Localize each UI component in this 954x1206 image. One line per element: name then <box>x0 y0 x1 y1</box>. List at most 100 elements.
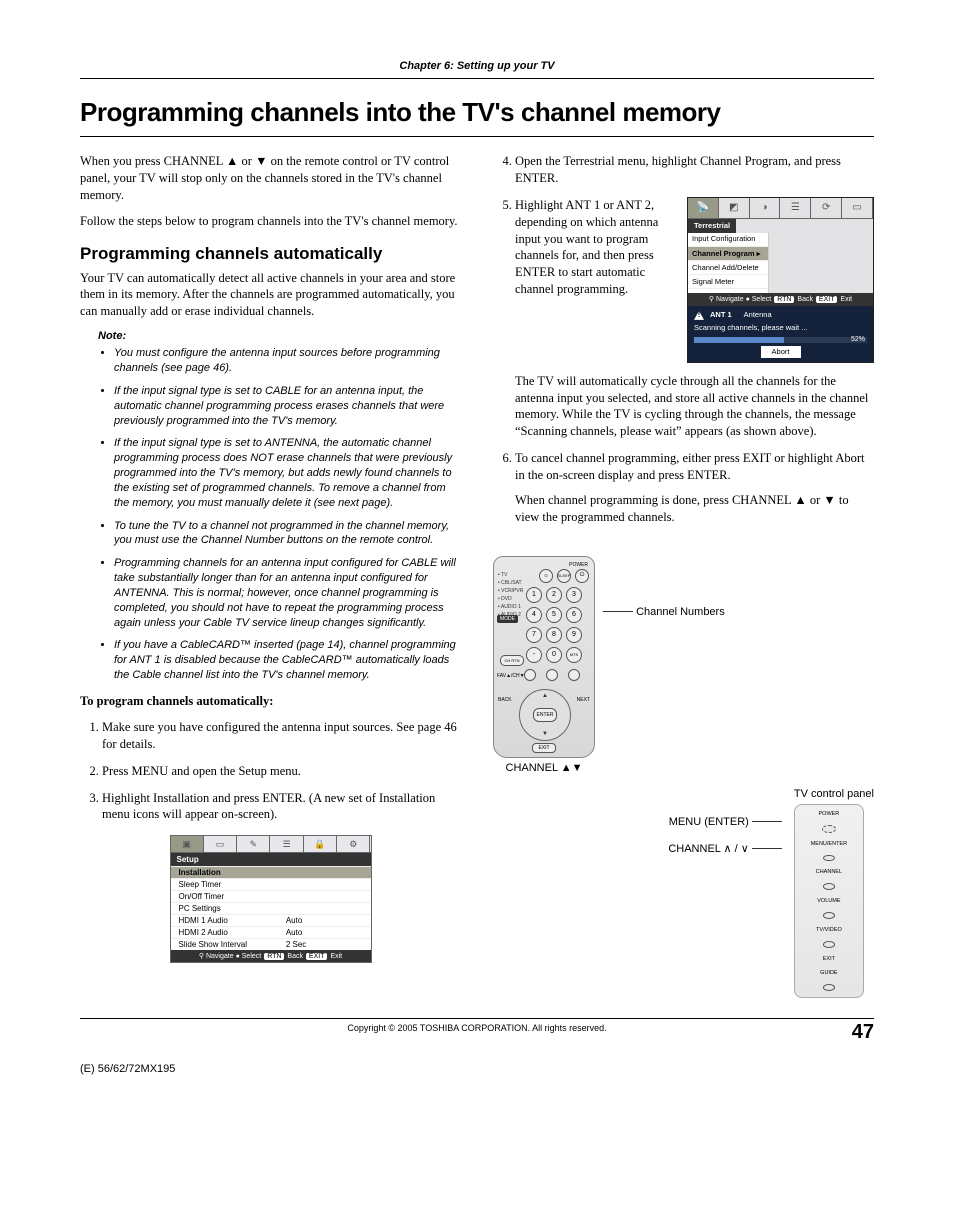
num-6: 6 <box>566 607 582 623</box>
scan-ant-label: ANT 1 <box>710 310 732 320</box>
note-item: If you have a CableCARD™ inserted (page … <box>114 638 461 683</box>
scan-progress-bar: 52% <box>694 337 867 343</box>
setup-row: HDMI 1 AudioAuto <box>171 914 371 926</box>
menu-tab-icon: ⚙ <box>337 836 370 852</box>
page-number: 47 <box>852 1021 874 1044</box>
tv-menu-label: MENU/ENTER <box>811 841 847 847</box>
menu-tab-icon: 🔒 <box>304 836 337 852</box>
power-label: POWER <box>569 562 588 568</box>
step-2: Press MENU and open the Setup menu. <box>102 763 461 780</box>
light-button: ☼ <box>539 569 553 583</box>
num-dash: - <box>526 647 542 663</box>
enter-button: ENTER <box>533 708 557 722</box>
terrestrial-menu-diagram: 📡 ◩ ◑ ☰ ⟳ ▭ Terrestrial Input Configurat… <box>687 197 874 363</box>
step-4: Open the Terrestrial menu, highlight Cha… <box>515 153 874 187</box>
post-step-5-paragraph: The TV will automatically cycle through … <box>515 373 874 441</box>
step-6: To cancel channel programming, either pr… <box>515 450 874 526</box>
scan-type-label: Antenna <box>744 310 772 320</box>
tv-power-button <box>822 825 836 833</box>
terr-tab-icon: ☰ <box>780 198 811 218</box>
terr-menu-title: Terrestrial <box>688 219 736 233</box>
note-title: Note: <box>98 330 461 342</box>
small-btn <box>524 669 536 681</box>
tv-power-label: POWER <box>819 811 840 817</box>
mts-button: MTS <box>566 647 582 663</box>
tv-volume-button <box>823 912 835 919</box>
num-5: 5 <box>546 607 562 623</box>
terr-tab-icon: ⟳ <box>811 198 842 218</box>
setup-menu-footer: ⚲ Navigate ● Select RTN Back EXIT Exit <box>171 950 371 962</box>
section-paragraph-1: Your TV can automatically detect all act… <box>80 270 461 321</box>
note-item: You must configure the antenna input sou… <box>114 346 461 376</box>
small-btn <box>568 669 580 681</box>
step-1: Make sure you have configured the antenn… <box>102 719 461 753</box>
power-button: ⏻ <box>575 569 589 583</box>
sleep-button: SLEEP <box>557 569 571 583</box>
num-0: 0 <box>546 647 562 663</box>
intro-paragraph-1: When you press CHANNEL ▲ or ▼ on the rem… <box>80 153 461 204</box>
step-3: Highlight Installation and press ENTER. … <box>102 790 461 824</box>
next-label: NEXT <box>577 697 590 703</box>
tv-channel-button <box>823 883 835 890</box>
callout-channel-numbers: Channel Numbers <box>603 606 725 618</box>
remote-control-diagram: POWER • TV • CBL/SAT • VCR/PVR • DVD • A… <box>493 556 595 758</box>
d-pad: ENTER <box>519 689 571 741</box>
document-code: (E) 56/62/72MX195 <box>80 1063 874 1075</box>
menu-tab-icon: ☰ <box>270 836 303 852</box>
left-column: When you press CHANNEL ▲ or ▼ on the rem… <box>80 153 461 998</box>
tv-control-panel-diagram: POWER MENU/ENTER CHANNEL VOLUME TV/VIDEO… <box>794 804 864 998</box>
menu-tab-icon: ▭ <box>204 836 237 852</box>
exit-button: EXIT <box>532 743 556 753</box>
tv-input-label: TV/VIDEO <box>816 927 842 933</box>
terr-tab-icon: 📡 <box>688 198 719 218</box>
tv-channel-label: CHANNEL <box>816 869 842 875</box>
terr-item: Input Configuration <box>688 233 768 247</box>
back-label: BACK <box>498 697 512 703</box>
tv-guide-label: GUIDE <box>820 970 837 976</box>
terr-item-channel-program: Channel Program ▸ <box>688 247 768 261</box>
tv-panel-callout-channel: CHANNEL ∧ / ∨ <box>668 842 782 855</box>
page-title: Programming channels into the TV's chann… <box>80 97 874 128</box>
note-item: To tune the TV to a channel not programm… <box>114 519 461 549</box>
num-2: 2 <box>546 587 562 603</box>
scan-message: Scanning channels, please wait ... <box>694 323 867 333</box>
number-pad: 1 2 3 4 5 6 7 8 9 - 0 MTS <box>526 587 582 663</box>
setup-row: PC Settings <box>171 902 371 914</box>
setup-row: Sleep Timer <box>171 878 371 890</box>
menu-tab-icon: ▣ <box>171 836 204 852</box>
post-step-6-paragraph: When channel programming is done, press … <box>515 492 874 526</box>
setup-row-installation: Installation <box>171 866 371 878</box>
note-item: If the input signal type is set to CABLE… <box>114 384 461 429</box>
tv-panel-callout-menu: MENU (ENTER) <box>669 816 782 828</box>
intro-paragraph-2: Follow the steps below to program channe… <box>80 213 461 230</box>
setup-row: Slide Show Interval2 Sec <box>171 938 371 950</box>
note-item: If the input signal type is set to ANTEN… <box>114 436 461 510</box>
terr-item: Signal Meter <box>688 275 768 289</box>
terr-tab-icon: ◩ <box>719 198 750 218</box>
section-heading: Programming channels automatically <box>80 244 461 264</box>
abort-button: Abort <box>761 346 801 358</box>
setup-menu-diagram: ▣ ▭ ✎ ☰ 🔒 ⚙ Setup Installation Sleep Tim… <box>170 835 372 963</box>
tv-guide-button <box>823 984 835 991</box>
tv-volume-label: VOLUME <box>817 898 840 904</box>
mode-labels: • TV • CBL/SAT • VCR/PVR • DVD • AUDIO 1… <box>498 571 523 619</box>
copyright: Copyright © 2005 TOSHIBA CORPORATION. Al… <box>347 1023 606 1033</box>
num-4: 4 <box>526 607 542 623</box>
setup-menu-title: Setup <box>171 853 371 866</box>
setup-row: On/Off Timer <box>171 890 371 902</box>
top-rule <box>80 78 874 79</box>
tv-panel-title: TV control panel <box>794 788 874 800</box>
title-rule <box>80 136 874 137</box>
warning-icon: ! <box>694 311 704 320</box>
remote-diagram-block: POWER • TV • CBL/SAT • VCR/PVR • DVD • A… <box>493 556 874 774</box>
terr-menu-footer: ⚲ Navigate ● Select RTN Back EXIT Exit <box>688 293 873 306</box>
num-3: 3 <box>566 587 582 603</box>
num-9: 9 <box>566 627 582 643</box>
terr-preview <box>769 233 873 293</box>
terr-item: Channel Add/Delete <box>688 261 768 275</box>
num-8: 8 <box>546 627 562 643</box>
mode-button: MODE <box>497 615 518 623</box>
step-5-text: Highlight ANT 1 or ANT 2, depending on w… <box>515 197 677 298</box>
tv-menu-button <box>823 855 835 862</box>
setup-row: HDMI 2 AudioAuto <box>171 926 371 938</box>
